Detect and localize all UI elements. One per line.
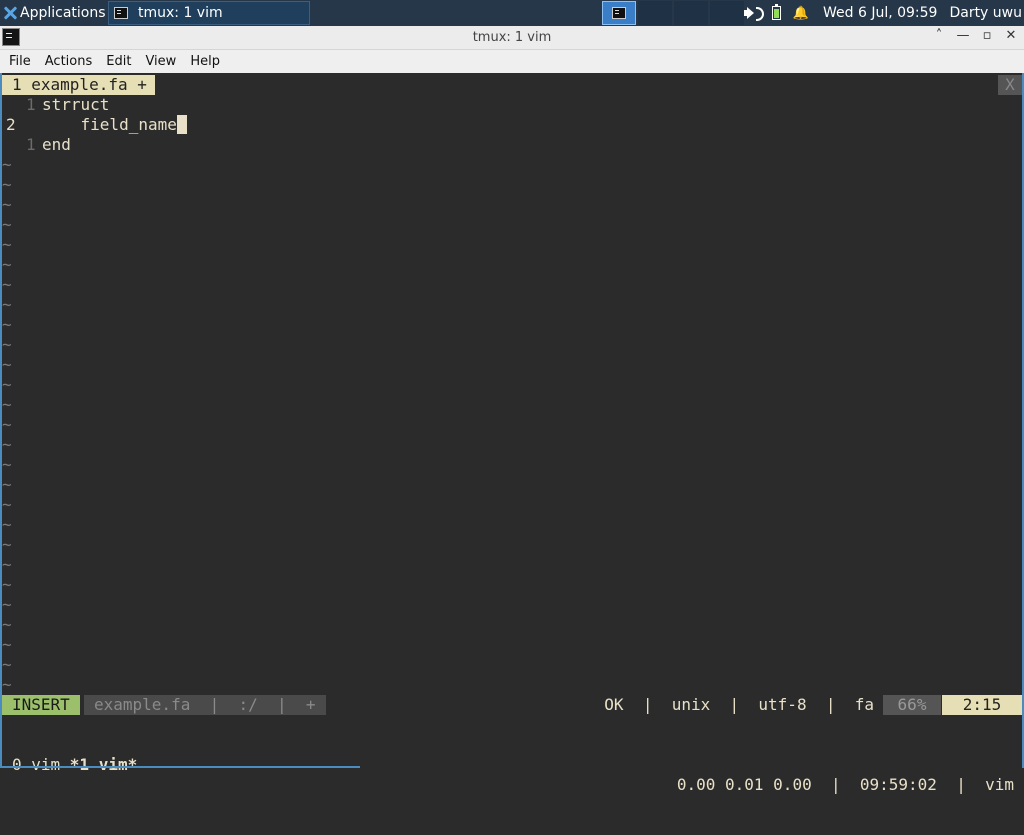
top-panel: Applications≡ tmux: 1 vim 🔔 Wed 6 Jul, 0… <box>0 0 1024 26</box>
empty-line-tilde: ~ <box>2 595 12 614</box>
minimize-button[interactable]: — <box>956 28 970 43</box>
empty-line-tilde: ~ <box>2 375 12 394</box>
vim-tab-example-fa[interactable]: 1 example.fa + <box>2 75 155 95</box>
vim-cursor-position: 2:15 <box>942 695 1022 715</box>
empty-line-tilde: ~ <box>2 535 12 554</box>
empty-line-tilde: ~ <box>2 195 12 214</box>
empty-line-tilde: ~ <box>2 415 12 434</box>
empty-line-tilde: ~ <box>2 555 12 574</box>
workspace-3-button[interactable] <box>674 1 708 25</box>
empty-line-tilde: ~ <box>2 155 12 174</box>
empty-line-tilde: ~ <box>2 455 12 474</box>
menu-edit[interactable]: Edit <box>101 54 136 69</box>
empty-line-tilde: ~ <box>2 615 12 634</box>
empty-line-tilde: ~ <box>2 515 12 534</box>
system-tray: 🔔 Wed 6 Jul, 09:59 Darty uwu <box>743 0 1024 26</box>
terminal-icon <box>612 7 626 19</box>
applications-menu[interactable]: Applications≡ <box>0 0 119 26</box>
window-title: tmux: 1 vim <box>472 30 552 45</box>
workspace-2-button[interactable] <box>638 1 672 25</box>
volume-icon[interactable] <box>743 6 764 21</box>
tmux-statusbar: 0 vim *1 vim* 0.00 0.01 0.00 | 09:59:02 … <box>2 735 1022 794</box>
code-line-text: field_name <box>42 115 177 134</box>
code-line[interactable]: end <box>42 135 71 155</box>
menu-view[interactable]: View <box>140 54 181 69</box>
maximize-button[interactable]: ▫ <box>980 28 994 43</box>
empty-line-tilde: ~ <box>2 475 12 494</box>
applications-label: Applications <box>20 5 106 21</box>
shade-button[interactable]: ˄ <box>932 28 946 43</box>
empty-line-tilde: ~ <box>2 335 12 354</box>
tmux-status-right: 0.00 0.01 0.00 | 09:59:02 | vim <box>676 775 1014 794</box>
vim-statusline: INSERT example.fa | :/ | + OK | unix | u… <box>2 695 1022 715</box>
empty-line-tilde: ~ <box>2 315 12 334</box>
line-number: 1 <box>26 95 36 114</box>
clock[interactable]: Wed 6 Jul, 09:59 <box>823 5 937 21</box>
empty-line-tilde: ~ <box>2 655 12 674</box>
taskbar-button-label: tmux: 1 vim <box>138 5 223 21</box>
empty-line-tilde: ~ <box>2 395 12 414</box>
current-line-number: 2 <box>6 115 16 134</box>
tmux-window-1-active[interactable]: *1 vim* <box>70 755 137 774</box>
battery-icon[interactable] <box>771 4 781 20</box>
empty-line-tilde: ~ <box>2 175 12 194</box>
code-line[interactable]: strruct <box>42 95 109 115</box>
vim-tabline: 1 example.fa + X <box>2 75 1024 95</box>
notification-bell-icon[interactable]: 🔔 <box>793 6 809 21</box>
vim-tab-close-button[interactable]: X <box>998 75 1022 95</box>
current-code-line[interactable]: field_name <box>42 115 187 135</box>
empty-line-tilde: ~ <box>2 235 12 254</box>
vim-file-info: example.fa | :/ | + <box>84 695 326 715</box>
empty-line-tilde: ~ <box>2 295 12 314</box>
text-cursor <box>176 115 187 134</box>
empty-line-tilde: ~ <box>2 575 12 594</box>
empty-line-tilde: ~ <box>2 255 12 274</box>
terminal-area[interactable]: 1 example.fa + X 1 strruct 2 field_name … <box>0 73 1024 794</box>
empty-line-tilde: ~ <box>2 355 12 374</box>
line-number: 1 <box>26 135 36 154</box>
menubar: File Actions Edit View Help <box>0 50 1024 73</box>
window-titlebar[interactable]: tmux: 1 vim ˄ — ▫ ✕ <box>0 26 1024 50</box>
xfce-logo-icon <box>2 5 18 21</box>
menu-help[interactable]: Help <box>185 54 225 69</box>
empty-line-tilde: ~ <box>2 215 12 234</box>
tmux-window-0[interactable]: 0 vim <box>12 755 70 774</box>
user-menu[interactable]: Darty uwu <box>949 5 1022 21</box>
vim-mode-indicator: INSERT <box>2 695 80 715</box>
workspace-1-button[interactable] <box>602 1 636 25</box>
terminal-icon <box>114 7 128 19</box>
empty-line-tilde: ~ <box>2 435 12 454</box>
menu-file[interactable]: File <box>4 54 36 69</box>
vim-scroll-percent: 66% <box>883 695 941 715</box>
empty-line-tilde: ~ <box>2 275 12 294</box>
workspace-4-button[interactable] <box>710 1 744 25</box>
empty-line-tilde: ~ <box>2 495 12 514</box>
empty-line-tilde: ~ <box>2 675 12 694</box>
close-button[interactable]: ✕ <box>1004 28 1018 43</box>
vim-file-format-info: OK | unix | utf-8 | fa <box>604 695 874 714</box>
taskbar-button-tmux[interactable]: tmux: 1 vim <box>108 1 310 25</box>
menu-actions[interactable]: Actions <box>40 54 98 69</box>
empty-line-tilde: ~ <box>2 635 12 654</box>
